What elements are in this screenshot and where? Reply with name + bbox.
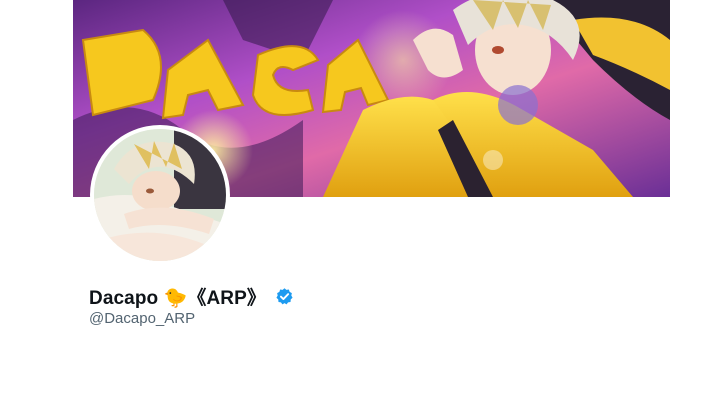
profile-page: Dacapo 🐤《ARP》 @Dacapo_ARP bbox=[0, 0, 722, 402]
avatar-artwork bbox=[94, 129, 226, 261]
avatar[interactable] bbox=[94, 129, 226, 261]
profile-handle: @Dacapo_ARP bbox=[89, 310, 196, 327]
profile-avatar-frame[interactable] bbox=[90, 125, 230, 265]
verified-badge-icon[interactable] bbox=[275, 287, 294, 306]
display-name: Dacapo 🐤《ARP》 bbox=[89, 287, 266, 309]
profile-name-row: Dacapo 🐤《ARP》 bbox=[89, 283, 294, 309]
